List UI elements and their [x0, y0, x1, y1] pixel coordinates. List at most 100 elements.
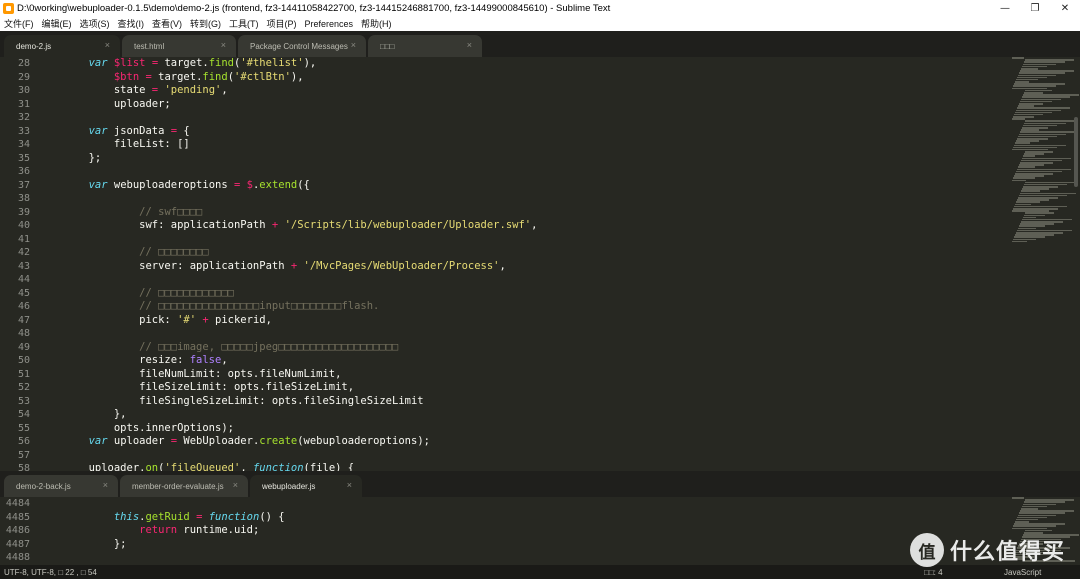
- menu-goto[interactable]: 转到(G): [186, 17, 225, 30]
- tab-webuploader-js[interactable]: webuploader.js ×: [250, 475, 362, 497]
- status-indentation[interactable]: □□: 4: [924, 568, 1004, 577]
- code-line[interactable]: fileNumLimit: opts.fileNumLimit,: [38, 368, 1010, 382]
- code-token: var: [88, 124, 108, 137]
- code-line[interactable]: pick: '#' + pickerid,: [38, 314, 1010, 328]
- code-line[interactable]: [38, 497, 1010, 511]
- close-tab-icon[interactable]: ×: [467, 40, 472, 50]
- minimap-line: [1012, 179, 1026, 182]
- watermark-logo-icon: 值: [910, 533, 944, 567]
- code-line[interactable]: return runtime.uid;: [38, 524, 1010, 538]
- line-number: 37: [17, 179, 30, 191]
- code-token: ),: [303, 57, 317, 69]
- code-line[interactable]: [38, 165, 1010, 179]
- top-tab-bar: demo-2.js × test.html × Package Control …: [0, 31, 1080, 57]
- close-tab-icon[interactable]: ×: [221, 40, 226, 50]
- minimap-line: [1012, 497, 1024, 499]
- code-line[interactable]: this.getRuid = function() {: [38, 511, 1010, 525]
- code-area[interactable]: var $list = target.find('#thelist'), $bt…: [38, 57, 1010, 471]
- code-area[interactable]: this.getRuid = function() { return runti…: [38, 497, 1010, 565]
- code-line[interactable]: // □□□□□□□□: [38, 246, 1010, 260]
- close-tab-icon[interactable]: ×: [351, 40, 356, 50]
- line-number: 4487: [5, 538, 30, 550]
- tab-package-control-messages[interactable]: Package Control Messages ×: [238, 35, 366, 57]
- code-token: '/MvcPages/WebUploader/Process': [303, 259, 500, 272]
- code-line[interactable]: swf: applicationPath + '/Scripts/lib/web…: [38, 219, 1010, 233]
- menu-tools[interactable]: 工具(T): [225, 17, 263, 30]
- code-line[interactable]: fileSingleSizeLimit: opts.fileSingleSize…: [38, 395, 1010, 409]
- code-line[interactable]: fileSizeLimit: opts.fileSizeLimit,: [38, 381, 1010, 395]
- vertical-scrollbar[interactable]: [1074, 117, 1078, 187]
- close-window-button[interactable]: ✕: [1050, 0, 1080, 16]
- line-number: 28: [17, 58, 30, 69]
- menu-help[interactable]: 帮助(H): [357, 17, 396, 30]
- minimap[interactable]: [1012, 57, 1079, 471]
- tab-demo-2-back-js[interactable]: demo-2-back.js ×: [4, 475, 118, 497]
- top-editor-pane[interactable]: 28 29 30 31 32 33 34 35 36 37 38 39 40 41 42 43 44 45 46 47…: [0, 57, 1080, 471]
- line-number: 54: [17, 409, 30, 420]
- status-syntax[interactable]: JavaScript: [1004, 568, 1080, 577]
- code-line[interactable]: };: [38, 538, 1010, 552]
- maximize-button[interactable]: ❐: [1020, 0, 1050, 16]
- menu-file[interactable]: 文件(F): [0, 17, 38, 30]
- code-line[interactable]: resize: false,: [38, 354, 1010, 368]
- menu-view[interactable]: 查看(V): [148, 17, 186, 30]
- line-number: 4485: [5, 511, 30, 523]
- code-line[interactable]: uploader.on('fileQueued', function(file)…: [38, 462, 1010, 471]
- code-line[interactable]: var jsonData = {: [38, 125, 1010, 139]
- code-line[interactable]: // □□□image, □□□□□jpeg□□□□□□□□□□□□□□□□□□…: [38, 341, 1010, 355]
- code-line[interactable]: opts.innerOptions);: [38, 422, 1010, 436]
- close-tab-icon[interactable]: ×: [105, 40, 110, 50]
- close-tab-icon[interactable]: ×: [103, 480, 108, 490]
- line-number: 49: [17, 341, 30, 353]
- code-token: extend: [259, 178, 298, 191]
- bottom-tab-bar: demo-2-back.js × member-order-evaluate.j…: [0, 471, 1080, 497]
- close-tab-icon[interactable]: ×: [347, 480, 352, 490]
- code-line[interactable]: [38, 233, 1010, 247]
- code-token: resize:: [38, 354, 190, 366]
- tab-demo-2-js[interactable]: demo-2.js ×: [4, 35, 120, 57]
- close-tab-icon[interactable]: ×: [233, 480, 238, 490]
- code-line[interactable]: $btn = target.find('#ctlBtn'),: [38, 71, 1010, 85]
- tab-label: demo-2-back.js: [16, 481, 71, 491]
- menu-preferences[interactable]: Preferences: [301, 19, 358, 29]
- code-line[interactable]: // swf□□□□: [38, 206, 1010, 220]
- code-line[interactable]: [38, 192, 1010, 206]
- tab-member-order-evaluate-js[interactable]: member-order-evaluate.js ×: [120, 475, 248, 497]
- code-token: swf: applicationPath: [38, 219, 272, 231]
- menu-edit[interactable]: 编辑(E): [38, 17, 76, 30]
- code-line[interactable]: };: [38, 152, 1010, 166]
- minimize-button[interactable]: —: [990, 0, 1020, 16]
- code-line[interactable]: var uploader = WebUploader.create(webupl…: [38, 435, 1010, 449]
- code-token: var: [88, 435, 108, 447]
- code-token: {: [177, 124, 190, 137]
- code-token: // □□□□□□□□: [139, 246, 209, 258]
- code-line[interactable]: // □□□□□□□□□□□□□□□□input□□□□□□□□flash.: [38, 300, 1010, 314]
- code-token: ,: [221, 354, 228, 366]
- code-line[interactable]: fileList: []: [38, 138, 1010, 152]
- code-token: getRuid: [145, 510, 190, 523]
- code-line[interactable]: server: applicationPath + '/MvcPages/Web…: [38, 260, 1010, 274]
- code-line[interactable]: [38, 327, 1010, 341]
- code-token: 'pending': [164, 84, 222, 96]
- code-line[interactable]: },: [38, 408, 1010, 422]
- code-line[interactable]: [38, 551, 1010, 565]
- code-line[interactable]: [38, 273, 1010, 287]
- menu-project[interactable]: 项目(P): [263, 17, 301, 30]
- code-line[interactable]: uploader;: [38, 98, 1010, 112]
- tab-untitled[interactable]: □□□ ×: [368, 35, 482, 57]
- code-line[interactable]: state = 'pending',: [38, 84, 1010, 98]
- code-token: find: [202, 70, 228, 83]
- code-line[interactable]: // □□□□□□□□□□□□: [38, 287, 1010, 301]
- line-number: 57: [17, 449, 30, 461]
- menu-find[interactable]: 查找(I): [114, 17, 149, 30]
- code-token: pick:: [38, 313, 178, 326]
- code-token: return: [139, 524, 178, 537]
- code-line[interactable]: var webuploaderoptions = $.extend({: [38, 179, 1010, 193]
- tab-test-html[interactable]: test.html ×: [122, 35, 236, 57]
- code-line[interactable]: [38, 111, 1010, 125]
- code-token: jsonData: [107, 124, 171, 137]
- code-line[interactable]: var $list = target.find('#thelist'),: [38, 57, 1010, 71]
- menu-selection[interactable]: 选项(S): [76, 17, 114, 30]
- code-line[interactable]: [38, 449, 1010, 463]
